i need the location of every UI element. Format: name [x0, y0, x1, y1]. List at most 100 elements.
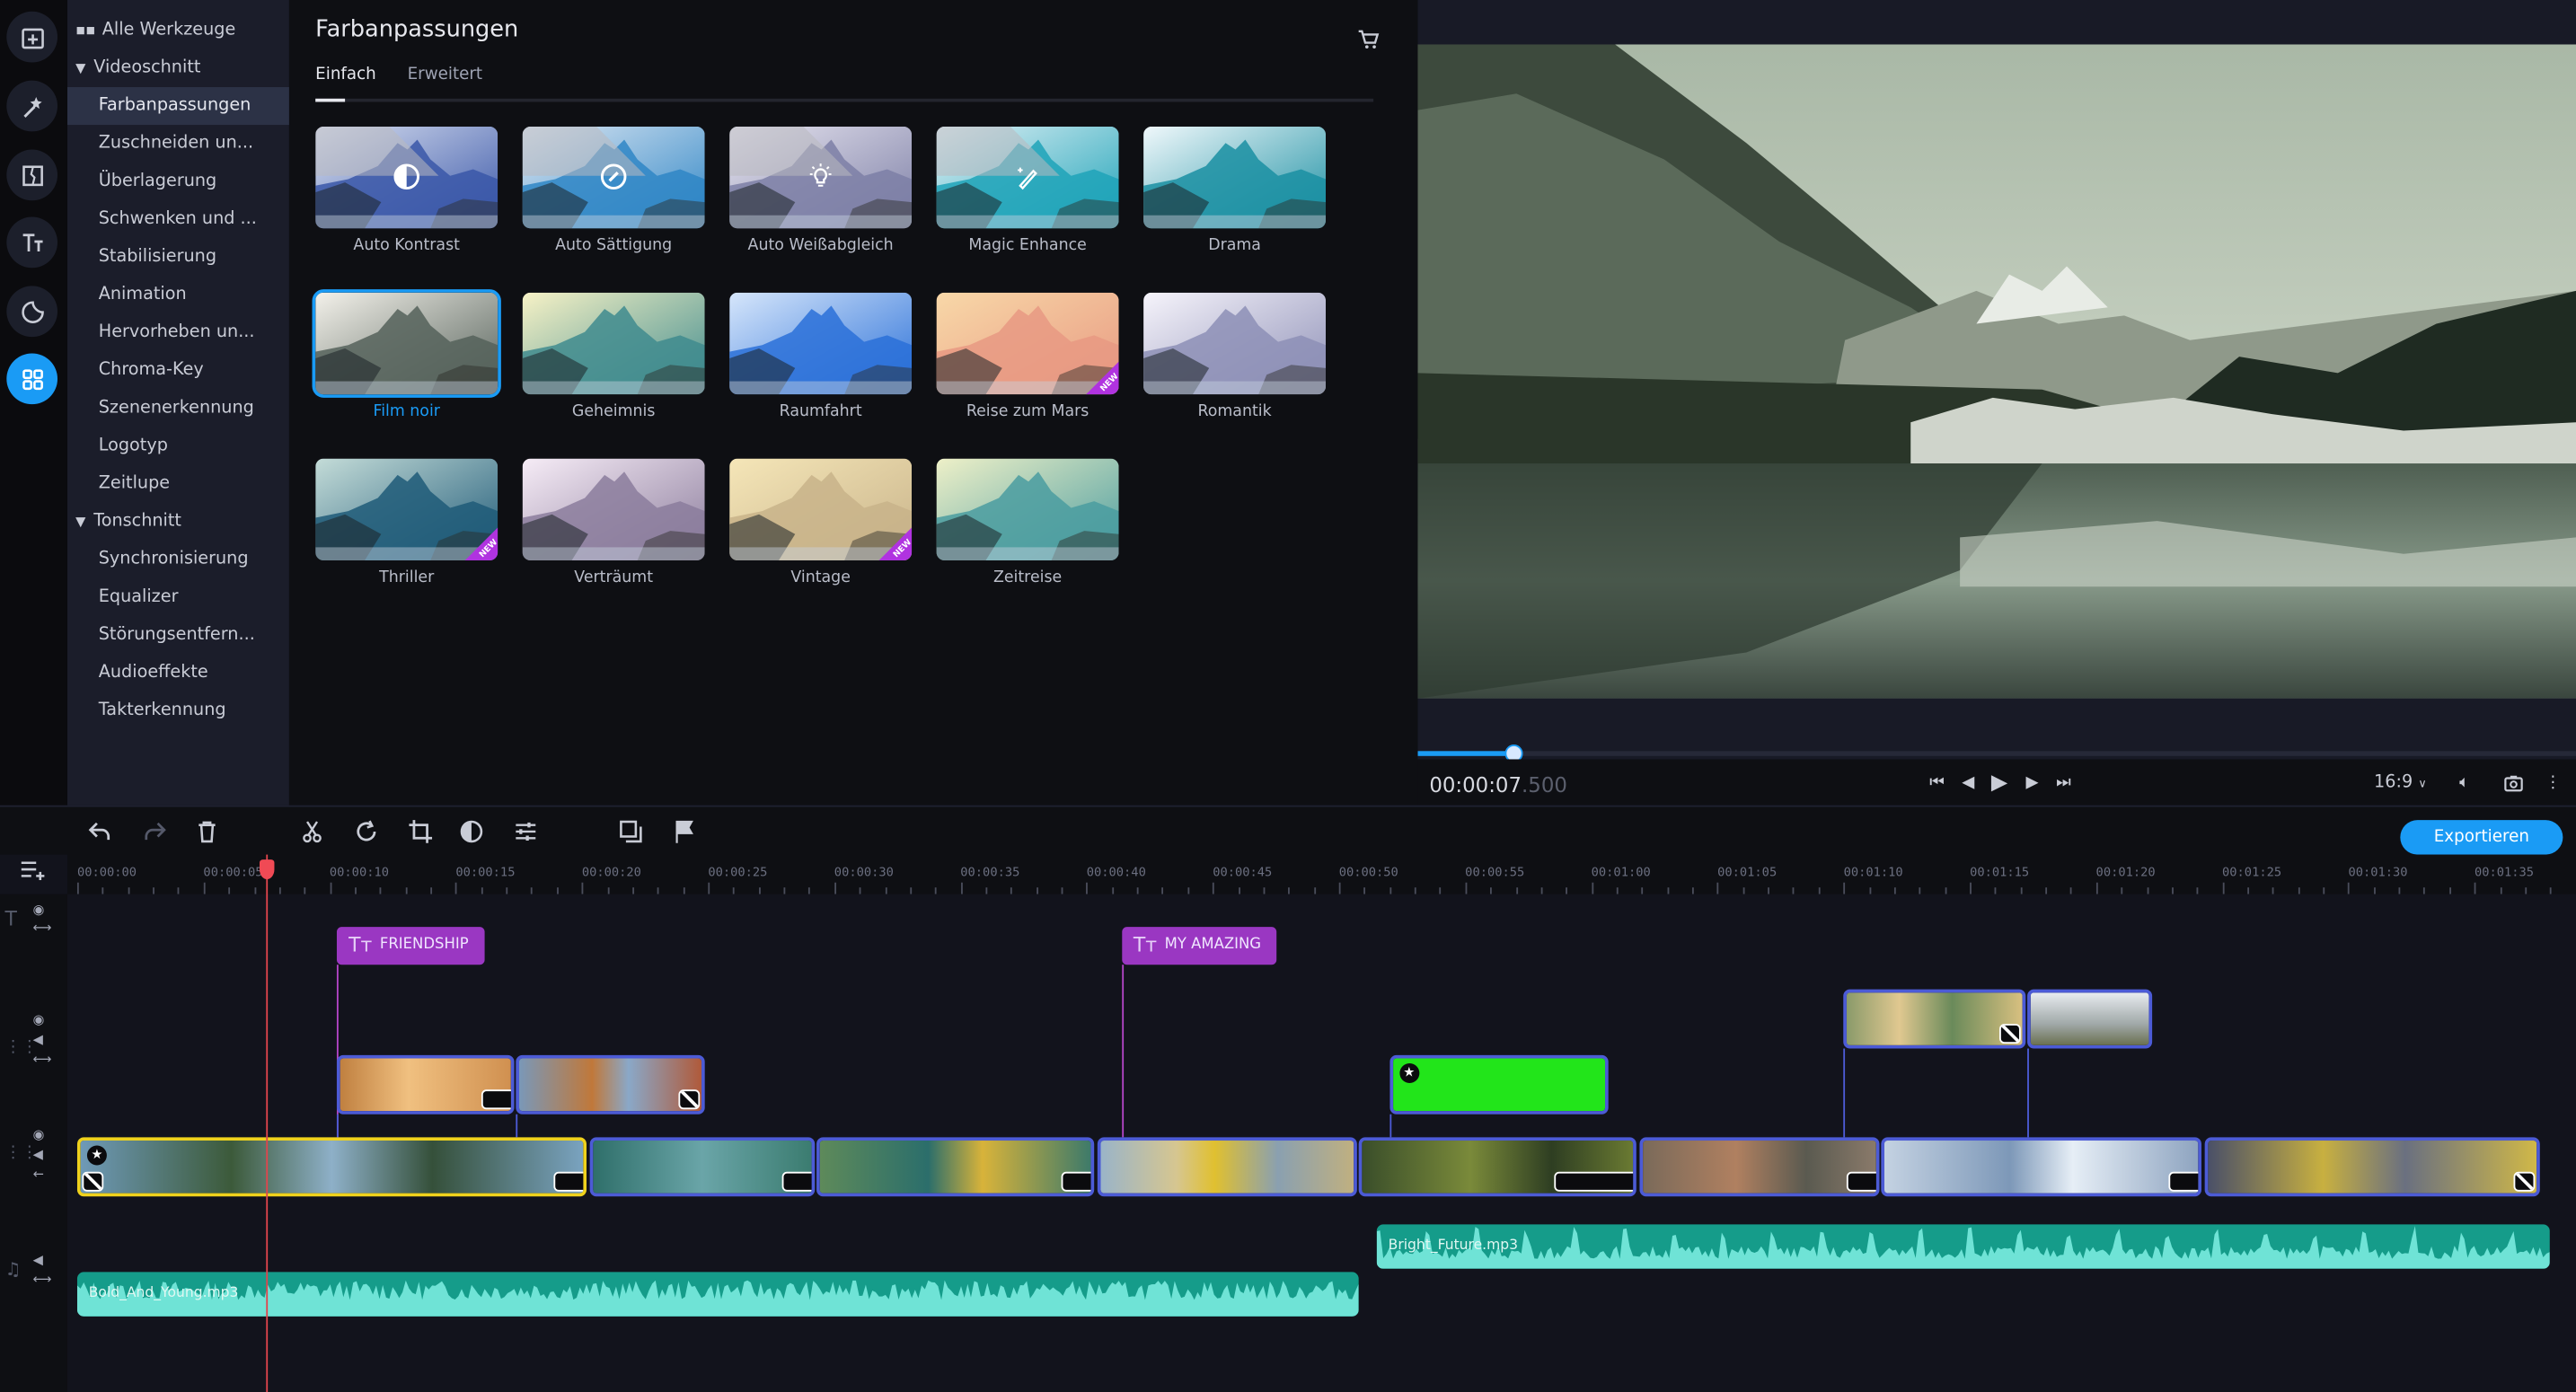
link-icon[interactable]: ⟷ — [33, 921, 52, 935]
time-ruler[interactable]: 00:00:00 00:00:05 00:00:10 00:00:15 00:00:20… — [66, 854, 2576, 894]
tool-item[interactable]: Szenenerkennung — [67, 390, 289, 427]
effect-preset[interactable]: Auto Kontrast — [315, 126, 498, 258]
transition-marker[interactable] — [2168, 1171, 2199, 1192]
link-icon[interactable]: ⟷ — [33, 1272, 52, 1286]
visibility-eye-icon[interactable]: ◉ — [33, 1012, 45, 1026]
mute-speaker-icon[interactable]: ◀ — [33, 1147, 43, 1161]
video-clip[interactable] — [516, 1054, 706, 1114]
arrow-left-icon[interactable]: ← — [33, 1167, 44, 1181]
effect-preset[interactable]: NEW Thriller — [315, 458, 498, 590]
effect-preset[interactable]: Drama — [1143, 126, 1327, 258]
video-clip[interactable] — [1096, 1137, 1357, 1197]
rail-stickers-button[interactable] — [6, 286, 58, 338]
snapshot-button[interactable] — [2504, 772, 2524, 792]
tool-item[interactable]: Chroma-Key — [67, 352, 289, 390]
clip-properties-icon[interactable] — [513, 818, 539, 844]
video-clip[interactable] — [1881, 1137, 2202, 1197]
title-clip[interactable]: Tт MY AMAZING — [1122, 927, 1277, 965]
rail-effects-button[interactable] — [6, 80, 58, 132]
video-clip[interactable] — [589, 1137, 815, 1197]
effect-preset[interactable]: Verträumt — [522, 458, 705, 590]
skip-to-end-button[interactable]: ⏭ — [2053, 772, 2073, 792]
effect-preset[interactable]: Zeitreise — [936, 458, 1119, 590]
effect-preset[interactable]: Geheimnis — [522, 292, 705, 424]
preview-scrubber[interactable] — [1417, 751, 2576, 756]
transition-marker[interactable] — [1846, 1171, 1876, 1192]
transition-marker[interactable] — [553, 1171, 584, 1192]
link-icon[interactable]: ⟷ — [33, 1052, 52, 1066]
video-clip[interactable] — [1639, 1137, 1879, 1197]
tool-item[interactable]: Farbanpassungen — [66, 86, 289, 126]
tab-einfach[interactable]: Einfach — [315, 66, 376, 84]
all-tools-link[interactable]: ▪▪ Alle Werkzeuge — [67, 12, 289, 49]
redo-icon[interactable] — [141, 818, 167, 844]
volume-button[interactable]: 🔈︎ — [2455, 772, 2475, 792]
video-clip[interactable] — [1359, 1137, 1637, 1197]
visibility-eye-icon[interactable]: ◉ — [33, 903, 45, 917]
tool-item[interactable]: Audioeffekte — [67, 654, 289, 692]
delete-icon[interactable] — [194, 818, 220, 844]
tool-item[interactable]: Störungsentfern... — [67, 616, 289, 654]
effect-preset[interactable]: Magic Enhance — [936, 126, 1119, 258]
color-adjust-icon[interactable] — [458, 818, 484, 844]
rail-titles-button[interactable] — [6, 216, 58, 269]
rotate-icon[interactable] — [353, 818, 379, 844]
transition-marker[interactable] — [481, 1089, 511, 1110]
effect-preset[interactable]: Raumfahrt — [729, 292, 913, 424]
fade-out-marker[interactable] — [679, 1089, 701, 1110]
fade-out-marker[interactable] — [1998, 1024, 2021, 1044]
video-clip[interactable] — [816, 1137, 1095, 1197]
tool-item[interactable]: Takterkennung — [67, 692, 289, 729]
cut-icon[interactable] — [299, 818, 325, 844]
tool-item[interactable]: Animation — [67, 276, 289, 313]
tool-item[interactable]: Zuschneiden un... — [67, 125, 289, 163]
mute-speaker-icon[interactable]: ◀ — [33, 1032, 43, 1046]
effect-preset[interactable]: Romantik — [1143, 292, 1327, 424]
previous-frame-button[interactable]: ◀ — [1958, 772, 1978, 792]
transition-marker[interactable] — [781, 1171, 811, 1192]
fade-out-marker[interactable] — [2513, 1171, 2536, 1192]
tool-item[interactable]: Synchronisierung — [67, 541, 289, 578]
audio-clip[interactable]: Bold_And_Young.mp3 — [76, 1272, 1360, 1317]
mute-speaker-icon[interactable]: ◀ — [33, 1252, 43, 1266]
crop-icon[interactable] — [408, 818, 434, 844]
video-clip[interactable] — [1843, 989, 2025, 1049]
next-frame-button[interactable]: ▶ — [2023, 772, 2042, 792]
tool-item[interactable]: Zeitlupe — [67, 465, 289, 503]
video-clip[interactable] — [2027, 989, 2152, 1049]
effect-preset[interactable]: Auto Weißabgleich — [729, 126, 913, 258]
rail-transitions-button[interactable] — [6, 149, 58, 201]
video-clip[interactable] — [337, 1054, 514, 1114]
marker-flag-icon[interactable] — [670, 818, 696, 844]
video-clip[interactable]: ★ — [76, 1137, 587, 1197]
tool-item[interactable]: Stabilisierung — [67, 238, 289, 276]
skip-to-start-button[interactable]: ⏮ — [1928, 772, 1947, 792]
visibility-eye-icon[interactable]: ◉ — [33, 1127, 45, 1141]
video-clip[interactable]: ★ — [1389, 1054, 1610, 1114]
section-videoschnitt[interactable]: ▼ Videoschnitt — [67, 49, 289, 87]
video-frame[interactable] — [1417, 44, 2576, 699]
more-options-button[interactable]: ⋮ — [2543, 772, 2563, 792]
fade-in-marker[interactable] — [82, 1171, 104, 1192]
add-track-icon[interactable] — [20, 859, 46, 883]
rail-tools-button[interactable] — [6, 353, 58, 405]
tool-item[interactable]: Logotyp — [67, 427, 289, 465]
audio-clip[interactable]: Bright_Future.mp3 — [1376, 1224, 2551, 1269]
tool-item[interactable]: Equalizer — [67, 578, 289, 616]
tool-item[interactable]: Überlagerung — [67, 163, 289, 200]
play-button[interactable]: ▶ — [1989, 770, 2009, 794]
rail-import-button[interactable] — [6, 11, 58, 63]
effect-preset[interactable]: NEW Reise zum Mars — [936, 292, 1119, 424]
tool-item[interactable]: Schwenken und ... — [67, 200, 289, 238]
tab-erweitert[interactable]: Erweitert — [408, 66, 483, 84]
effect-preset[interactable]: NEW Vintage — [729, 458, 913, 590]
aspect-ratio-dropdown[interactable]: 16:9 ∨ — [2374, 772, 2427, 792]
transition-marker[interactable] — [1554, 1171, 1634, 1192]
video-clip[interactable] — [2204, 1137, 2541, 1197]
tool-item[interactable]: Hervorheben un... — [67, 314, 289, 352]
overlay-icon[interactable] — [618, 818, 644, 844]
export-button[interactable]: Exportieren — [2400, 820, 2563, 855]
effect-preset[interactable]: Auto Sättigung — [522, 126, 705, 258]
transition-marker[interactable] — [1061, 1171, 1091, 1192]
section-tonschnitt[interactable]: ▼ Tonschnitt — [67, 503, 289, 541]
